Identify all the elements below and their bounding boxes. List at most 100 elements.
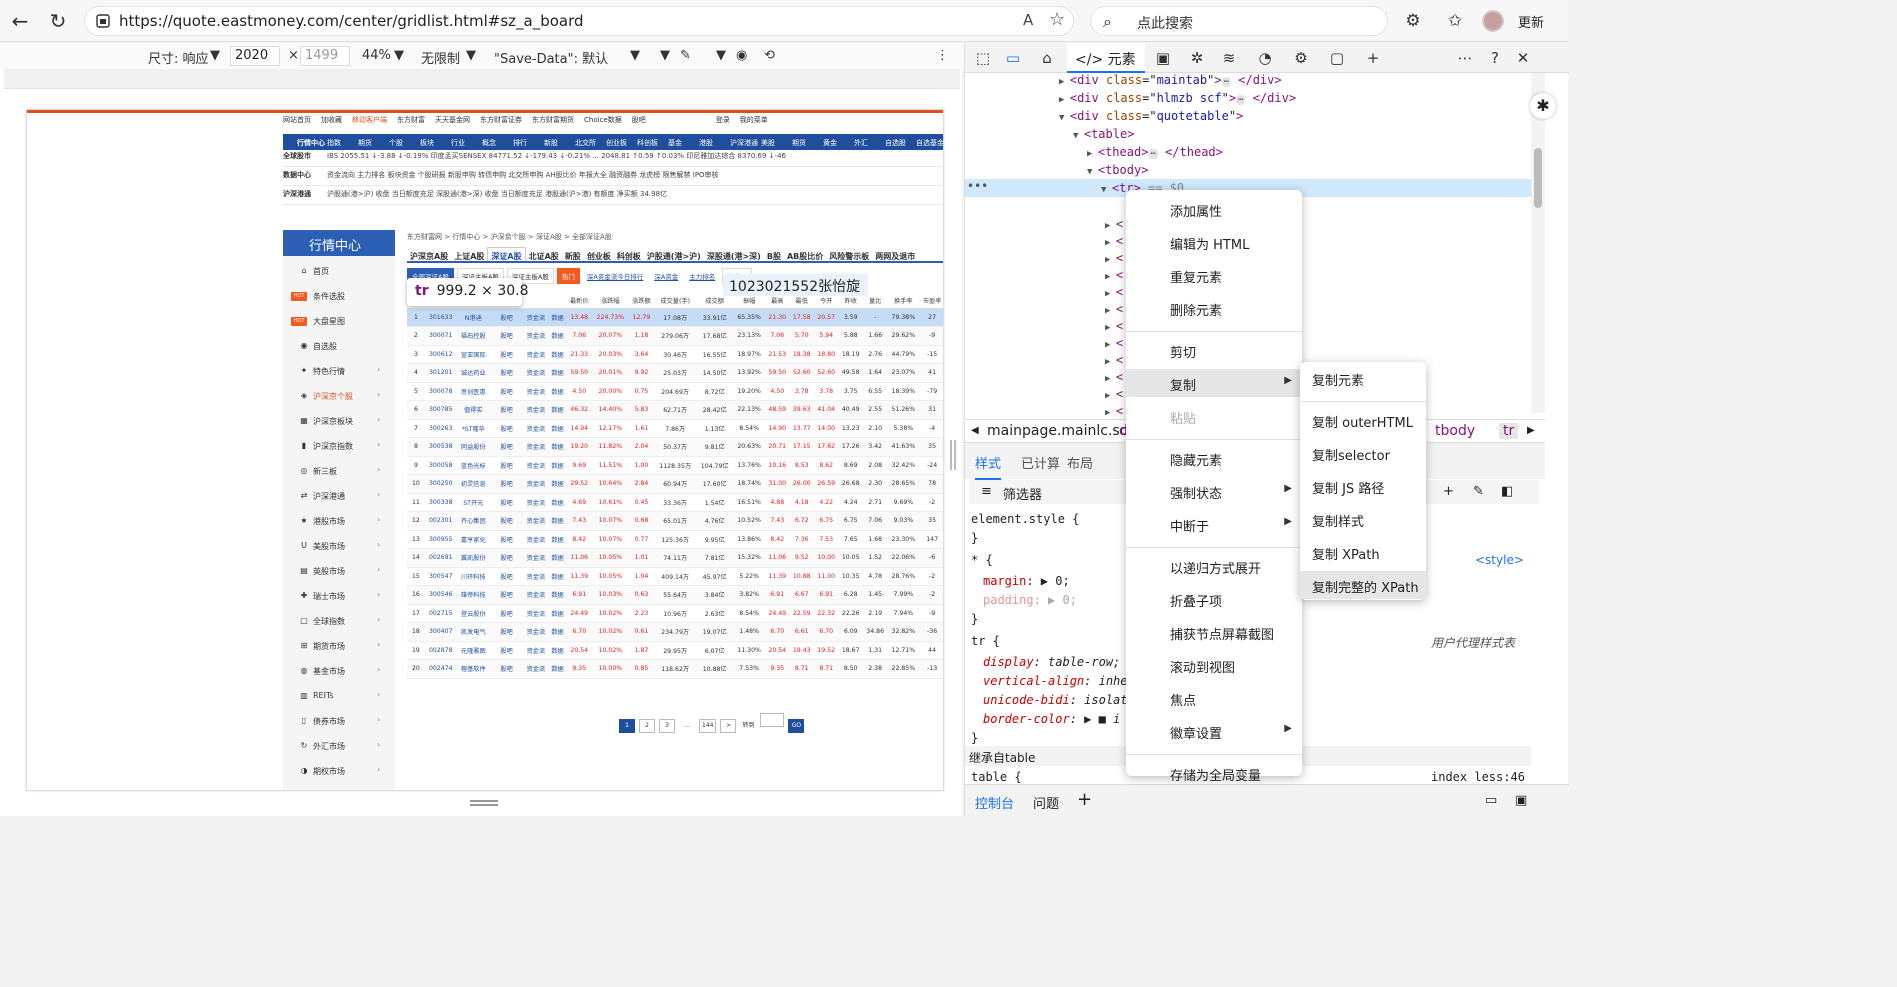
menu-item[interactable]: 滚动到视图: [1126, 651, 1302, 679]
resize-handle-right[interactable]: [950, 440, 956, 470]
sub-tab[interactable]: 深A资金: [650, 269, 682, 283]
device-height-input[interactable]: 1499: [300, 46, 350, 66]
table-row[interactable]: 20 002474 榕基软件 股吧 资金流 数据 9.35 10.00% 0.85 118.62万…: [407, 659, 943, 679]
table-cell[interactable]: ST开元: [456, 493, 490, 512]
main-nav-link[interactable]: 基金: [668, 138, 682, 148]
expand-triangle-open[interactable]: ▼: [1101, 185, 1112, 195]
table-cell[interactable]: 股吧: [489, 308, 524, 327]
table-cell[interactable]: 股吧: [489, 585, 524, 605]
menu-item[interactable]: 复制完整的 XPath: [1300, 571, 1426, 599]
style-line[interactable]: unicode-bidi: isolat: [983, 693, 1128, 707]
scrollbar-thumb[interactable]: [1534, 148, 1542, 208]
page-button[interactable]: 转到: [740, 720, 756, 734]
table-cell[interactable]: 数据: [548, 659, 567, 679]
table-cell[interactable]: *ST隆华: [456, 419, 490, 438]
style-line[interactable]: element.style {: [971, 512, 1079, 526]
page-button[interactable]: 2: [639, 719, 655, 733]
menu-item[interactable]: 添加属性: [1126, 195, 1302, 223]
more-options-icon[interactable]: ⋮: [936, 48, 949, 63]
table-cell[interactable]: 榕基软件: [456, 659, 490, 679]
table-cell[interactable]: 300058: [424, 456, 457, 475]
table-cell[interactable]: 宣亚国际: [456, 345, 490, 364]
main-nav-link[interactable]: 自选股: [885, 138, 906, 148]
table-cell[interactable]: 川环科技: [456, 567, 490, 586]
page-button[interactable]: 1: [619, 719, 635, 733]
table-cell[interactable]: 资金流: [523, 308, 549, 327]
table-cell[interactable]: 数据: [548, 326, 567, 346]
table-row[interactable]: 12 002301 齐心集团 股吧 资金流 数据 7.43 10.07% 0.68 65.01万 4…: [407, 511, 943, 531]
menu-item[interactable]: 复制selector: [1300, 439, 1426, 467]
table-cell[interactable]: 同益股份: [456, 437, 490, 457]
sidebar-item[interactable]: HOT 大盘星图: [283, 312, 395, 332]
sidebar-item[interactable]: ◎ 新三板 ›: [283, 462, 395, 482]
chevron-right-icon[interactable]: ▶: [1527, 425, 1535, 436]
site-info-icon[interactable]: [95, 13, 111, 29]
table-cell[interactable]: 数据: [548, 622, 567, 642]
table-row[interactable]: 4 301201 诚达药业 股吧 资金流 数据 59.50 20.01% 9.92 25.03万 1…: [407, 363, 943, 383]
info-row-text[interactable]: 资金流向 主力排名 板块资金 个股研报 新股申购 转债申购 北交所申购 AH股比…: [327, 171, 719, 179]
refresh-icon[interactable]: ↻: [46, 9, 70, 33]
table-cell[interactable]: 冀凯股份: [456, 548, 490, 568]
sidebar-item[interactable]: ◈ 沪深京个股 ›: [283, 387, 395, 407]
table-cell[interactable]: 数据: [548, 400, 567, 420]
rotate-icon[interactable]: ⟲: [764, 48, 775, 63]
style-line[interactable]: vertical-align: inhe: [983, 674, 1128, 688]
sidebar-item[interactable]: ⊞ 期货市场 ›: [283, 637, 395, 657]
table-row[interactable]: 17 002715 登云股份 股吧 资金流 数据 24.49 10.02% 2.23 10.96万…: [407, 604, 943, 623]
table-cell[interactable]: 股吧: [489, 567, 524, 586]
table-cell[interactable]: 股吧: [489, 400, 524, 420]
style-line[interactable]: }: [971, 731, 978, 745]
table-cell[interactable]: 资金流: [523, 622, 549, 642]
device-size-select[interactable]: 尺寸: 响应: [148, 48, 209, 67]
page-button[interactable]: 3: [659, 719, 675, 733]
dom-node[interactable]: ▼ <table>: [1073, 127, 1134, 145]
profile-avatar[interactable]: [1482, 10, 1504, 32]
drawer-tab[interactable]: 问题: [1033, 793, 1059, 812]
close-icon[interactable]: ✕: [1513, 48, 1533, 68]
page-button[interactable]: 144: [699, 719, 717, 733]
menu-item[interactable]: 隐藏元素: [1126, 444, 1302, 472]
throttle-select[interactable]: 无限制: [421, 48, 460, 67]
table-cell[interactable]: 资金流: [523, 530, 549, 549]
main-nav-link[interactable]: 排行: [513, 138, 527, 148]
table-row[interactable]: 15 300547 川环科技 股吧 资金流 数据 11.39 10.05% 1.04 409.14…: [407, 567, 943, 586]
dom-node[interactable]: ▶ <div class="maintab"> ⋯ </div>: [1059, 73, 1282, 91]
table-cell[interactable]: 300407: [424, 622, 457, 642]
table-cell[interactable]: 股吧: [489, 474, 524, 494]
market-tab[interactable]: 深证A股: [487, 247, 526, 261]
add-drawer-tab-icon[interactable]: +: [1077, 789, 1092, 810]
table-header[interactable]: 市盈率: [919, 293, 943, 309]
sub-tab[interactable]: 深A资金流今日排行: [583, 269, 647, 283]
main-nav-link[interactable]: 行业: [451, 138, 465, 148]
dom-node[interactable]: ▶ <thead> ⋯ </thead>: [1087, 145, 1223, 163]
table-cell[interactable]: 股吧: [489, 419, 524, 438]
table-cell[interactable]: 资金流: [523, 548, 549, 568]
sidebar-item[interactable]: ▮ 沪深京指数 ›: [283, 437, 395, 457]
table-cell[interactable]: 股吧: [489, 382, 524, 401]
table-cell[interactable]: 300338: [424, 493, 457, 512]
table-cell[interactable]: 资金流: [523, 567, 549, 586]
expand-triangle-closed[interactable]: ▶: [1105, 374, 1116, 384]
table-cell[interactable]: 301201: [424, 363, 457, 383]
table-cell[interactable]: 数据: [548, 548, 567, 568]
paint-icon[interactable]: ✎: [1473, 484, 1484, 499]
table-cell[interactable]: 诚达药业: [456, 363, 490, 383]
expand-triangle-closed[interactable]: ▶: [1105, 221, 1116, 231]
market-tab[interactable]: 创业板: [584, 248, 614, 261]
menu-item[interactable]: 剪切: [1126, 336, 1302, 364]
table-cell[interactable]: 数据: [548, 419, 567, 438]
main-nav-link[interactable]: 板块: [420, 138, 434, 148]
dom-scrollbar[interactable]: [1531, 73, 1545, 413]
dom-child-row[interactable]: ▶ <: [1105, 336, 1123, 354]
info-row-text[interactable]: 沪股通(港>沪) 收盘 当日额度充足 深股通(港>深) 收盘 当日额度充足 港股…: [327, 190, 667, 198]
expand-triangle-closed[interactable]: ▶: [1059, 77, 1070, 87]
style-line[interactable]: display: table-row;: [983, 655, 1120, 669]
table-cell[interactable]: 资金流: [523, 493, 549, 512]
sub-tab[interactable]: 主力排名: [685, 269, 719, 283]
table-row[interactable]: 6 300785 值得买 股吧 资金流 数据 46.32 14.40% 5.83 62.71万 28…: [407, 400, 943, 420]
table-cell[interactable]: 资金流: [523, 419, 549, 438]
expand-triangle-closed[interactable]: ▶: [1059, 95, 1070, 105]
expand-triangle-closed[interactable]: ▶: [1105, 289, 1116, 299]
sidebar-item[interactable]: U 美股市场 ›: [283, 537, 395, 557]
welcome-home-icon[interactable]: ⌂: [1037, 48, 1057, 68]
